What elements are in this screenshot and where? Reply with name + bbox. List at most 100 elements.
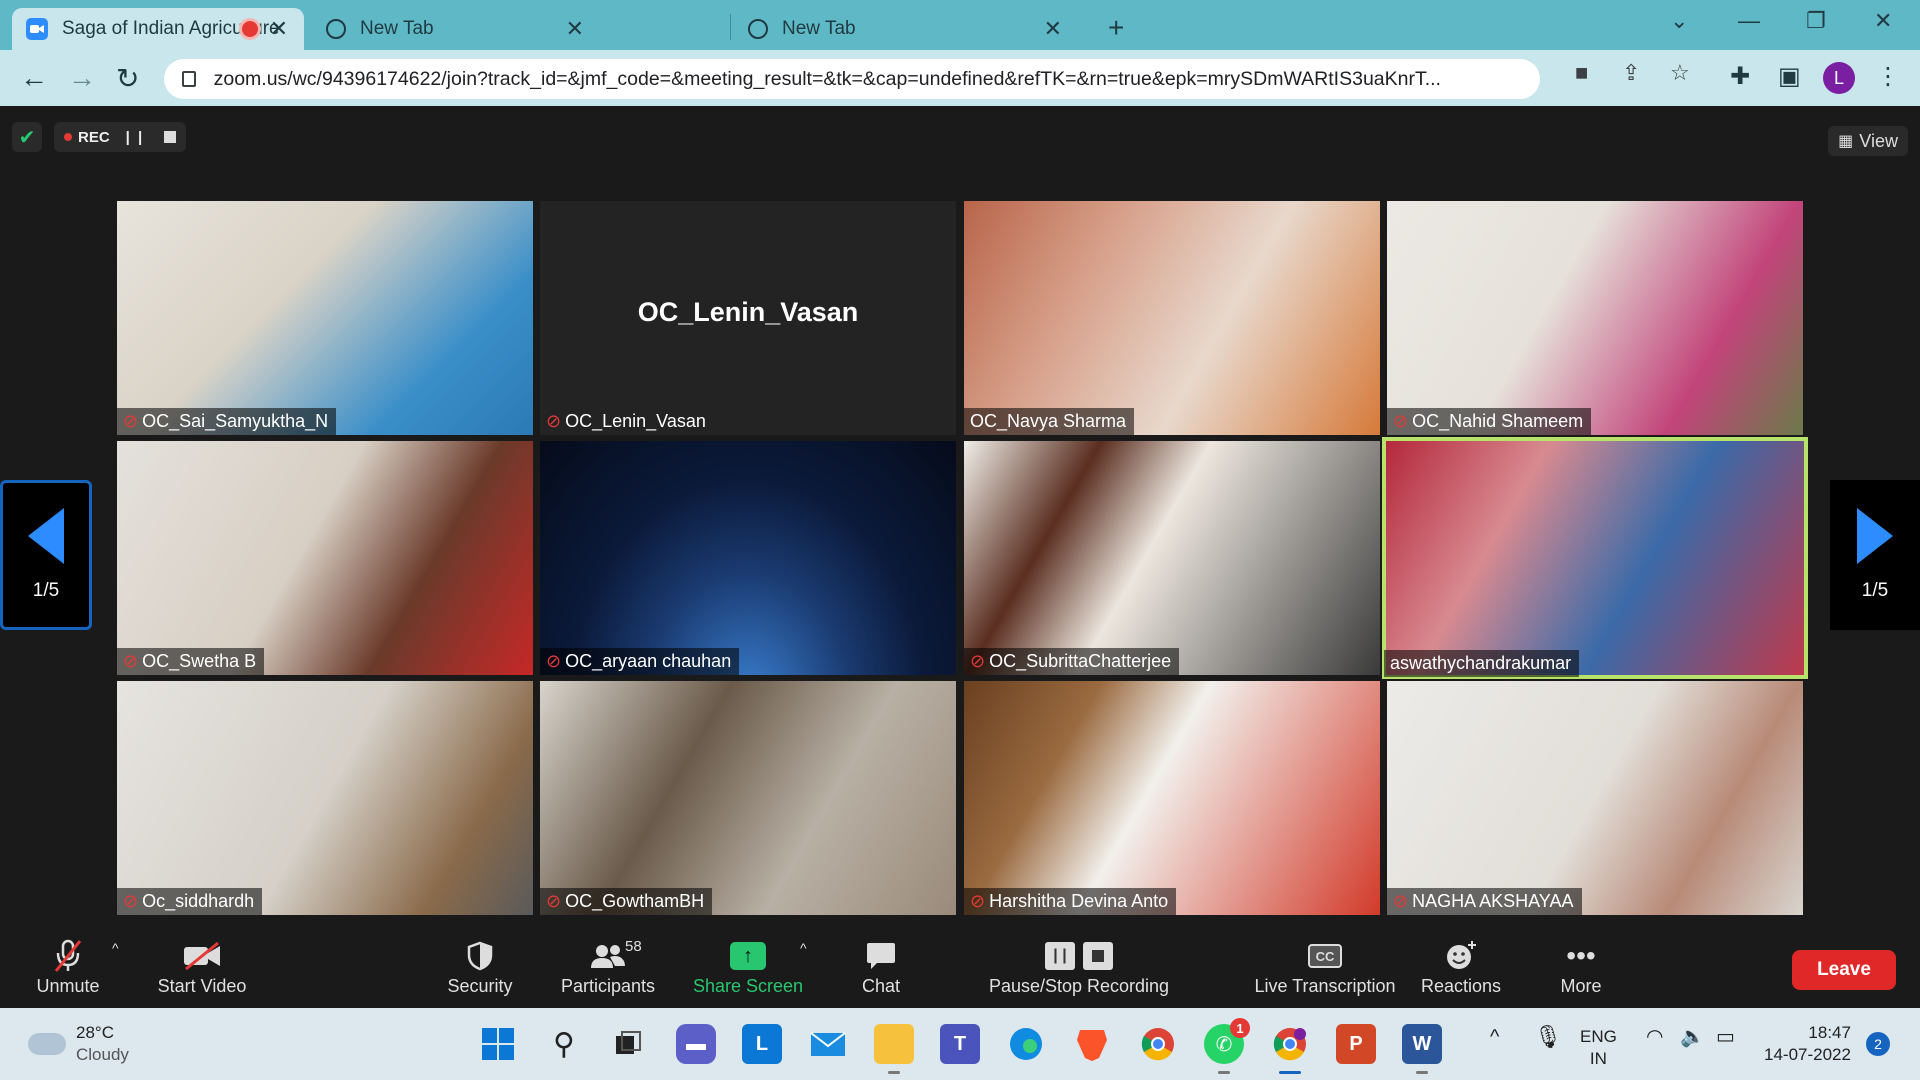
video-tile[interactable]: ⊘ NAGHA AKSHAYAA bbox=[1387, 681, 1803, 915]
notification-count-badge[interactable]: 2 bbox=[1866, 1032, 1890, 1056]
file-explorer-icon[interactable] bbox=[874, 1024, 914, 1074]
wifi-icon[interactable]: ◠ bbox=[1646, 1026, 1663, 1048]
video-off-icon bbox=[182, 936, 222, 976]
video-tile[interactable]: ⊘ OC_Sai_Samyuktha_N bbox=[117, 201, 533, 435]
reload-button[interactable]: ↻ bbox=[116, 62, 139, 95]
previous-page-button[interactable]: 1/5 bbox=[0, 480, 92, 630]
mic-muted-icon: ⊘ bbox=[970, 891, 986, 911]
video-tile[interactable]: ⊘ OC_Swetha B bbox=[117, 441, 533, 675]
video-tile[interactable]: ⊘ Oc_siddhardh bbox=[117, 681, 533, 915]
bookmark-star-icon[interactable]: ☆ bbox=[1670, 60, 1690, 86]
security-label: Security bbox=[447, 976, 513, 996]
whatsapp-icon[interactable]: ✆ 1 bbox=[1204, 1018, 1250, 1074]
input-language[interactable]: ENG IN bbox=[1580, 1026, 1617, 1070]
pause-recording-icon[interactable]: | | bbox=[126, 129, 145, 146]
video-tile[interactable]: OC_Lenin_Vasan ⊘ OC_Lenin_Vasan bbox=[540, 201, 956, 435]
mail-icon[interactable] bbox=[808, 1024, 848, 1064]
edge-browser-icon[interactable] bbox=[1006, 1024, 1046, 1064]
chrome-icon[interactable] bbox=[1138, 1024, 1178, 1064]
close-tab-icon[interactable]: ✕ bbox=[270, 16, 288, 42]
participant-name: NAGHA AKSHAYAA bbox=[1412, 891, 1574, 911]
show-hidden-icons-chevron-icon[interactable]: ^ bbox=[1490, 1026, 1499, 1048]
battery-icon[interactable]: ▭ bbox=[1716, 1026, 1735, 1048]
start-button[interactable] bbox=[478, 1024, 518, 1064]
mic-muted-icon: ⊘ bbox=[1393, 411, 1409, 431]
launcher-l-icon[interactable]: L bbox=[742, 1024, 782, 1064]
live-transcription-label: Live Transcription bbox=[1254, 976, 1396, 996]
arrow-left-icon bbox=[28, 508, 64, 564]
search-icon[interactable]: ⚲ bbox=[544, 1024, 584, 1064]
stop-icon bbox=[1083, 942, 1113, 970]
share-icon[interactable]: ⇪ bbox=[1622, 60, 1640, 86]
leave-button[interactable]: Leave bbox=[1792, 950, 1896, 990]
pause-stop-recording-button[interactable]: | | Pause/Stop Recording bbox=[984, 936, 1174, 997]
video-tile[interactable]: OC_Navya Sharma bbox=[964, 201, 1380, 435]
encryption-shield-icon[interactable]: ✔ bbox=[12, 122, 42, 152]
teams-chat-icon[interactable]: ▬ bbox=[676, 1024, 716, 1064]
weather-widget[interactable]: 28°C Cloudy bbox=[28, 1022, 129, 1066]
video-tile-active-speaker[interactable]: aswathychandrakumar bbox=[1382, 437, 1808, 679]
audio-options-caret-icon[interactable]: ^ bbox=[112, 940, 119, 956]
forward-button[interactable]: → bbox=[68, 62, 96, 94]
pause-icon: | | bbox=[1045, 942, 1075, 970]
new-tab-button[interactable]: + bbox=[1108, 12, 1124, 44]
unmute-button[interactable]: Unmute bbox=[30, 936, 106, 997]
stop-recording-icon[interactable] bbox=[164, 131, 177, 143]
tab-new-tab-1[interactable]: New Tab ✕ bbox=[312, 8, 600, 50]
camera-in-use-icon[interactable]: ■ bbox=[1575, 60, 1588, 86]
view-label: View bbox=[1859, 130, 1898, 151]
rec-dot-icon bbox=[64, 133, 72, 141]
chrome-profile-active-icon[interactable] bbox=[1270, 1024, 1310, 1074]
next-page-button[interactable]: 1/5 bbox=[1830, 480, 1920, 630]
tab-new-tab-2[interactable]: New Tab ✕ bbox=[734, 8, 1074, 50]
participant-name-tag: ⊘ NAGHA AKSHAYAA bbox=[1387, 888, 1582, 915]
word-icon[interactable]: W bbox=[1402, 1024, 1442, 1074]
system-clock[interactable]: 18:47 14-07-2022 bbox=[1764, 1022, 1851, 1066]
recording-label: Pause/Stop Recording bbox=[988, 976, 1170, 996]
mic-muted-icon: ⊘ bbox=[123, 891, 139, 911]
profile-avatar[interactable]: L bbox=[1823, 62, 1855, 94]
globe-icon bbox=[326, 19, 346, 39]
video-tile[interactable]: ⊘ Harshitha Devina Anto bbox=[964, 681, 1380, 915]
video-tile[interactable]: ⊘ OC_GowthamBH bbox=[540, 681, 956, 915]
more-button[interactable]: ••• More bbox=[1558, 936, 1604, 997]
chat-button[interactable]: Chat bbox=[858, 936, 904, 997]
security-button[interactable]: Security bbox=[446, 936, 514, 997]
browser-menu-icon[interactable]: ⋮ bbox=[1876, 62, 1900, 91]
tab-search-chevron-icon[interactable]: ⌄ bbox=[1670, 8, 1688, 34]
start-video-button[interactable]: Start Video bbox=[152, 936, 252, 997]
close-window-button[interactable]: ✕ bbox=[1874, 8, 1892, 34]
reactions-button[interactable]: Reactions bbox=[1418, 936, 1504, 997]
teams-icon[interactable]: T bbox=[940, 1024, 980, 1064]
close-tab-icon[interactable]: ✕ bbox=[566, 16, 584, 42]
participants-button[interactable]: Participants bbox=[556, 936, 660, 997]
restore-button[interactable]: ❐ bbox=[1806, 8, 1826, 34]
browser-toolbar: ← → ↻ zoom.us/wc/94396174622/join?track_… bbox=[0, 50, 1920, 106]
extensions-puzzle-icon[interactable]: ✚ bbox=[1730, 62, 1750, 91]
minimize-button[interactable]: — bbox=[1738, 8, 1760, 34]
view-button[interactable]: ▦ View bbox=[1828, 126, 1908, 156]
microphone-icon[interactable]: 🎙 bbox=[1534, 1026, 1562, 1048]
share-screen-button[interactable]: ↑ Share Screen bbox=[690, 936, 806, 997]
video-tile[interactable]: ⊘ OC_aryaan chauhan bbox=[540, 441, 956, 675]
brave-browser-icon[interactable] bbox=[1072, 1024, 1112, 1064]
participant-name-tag: ⊘ Harshitha Devina Anto bbox=[964, 888, 1177, 915]
live-transcription-button[interactable]: CC Live Transcription bbox=[1232, 936, 1418, 997]
address-bar[interactable]: zoom.us/wc/94396174622/join?track_id=&jm… bbox=[164, 59, 1540, 99]
video-tile[interactable]: ⊘ OC_Nahid Shameem bbox=[1387, 201, 1803, 435]
zoom-favicon-icon bbox=[26, 18, 48, 40]
volume-icon[interactable]: 🔈 bbox=[1680, 1026, 1705, 1048]
tab-zoom-meeting[interactable]: Saga of Indian Agriculture ✕ bbox=[12, 8, 304, 50]
participant-name: OC_Sai_Samyuktha_N bbox=[142, 411, 329, 431]
task-view-icon[interactable] bbox=[608, 1024, 648, 1064]
powerpoint-icon[interactable]: P bbox=[1336, 1024, 1376, 1064]
share-options-caret-icon[interactable]: ^ bbox=[800, 940, 807, 956]
participant-center-name: OC_Lenin_Vasan bbox=[637, 297, 859, 327]
close-tab-icon[interactable]: ✕ bbox=[1044, 16, 1062, 42]
video-tile[interactable]: ⊘ OC_SubrittaChatterjee bbox=[964, 441, 1380, 675]
temperature: 28°C bbox=[76, 1023, 114, 1042]
grid-view-icon: ▦ bbox=[1838, 133, 1854, 150]
share-screen-label: Share Screen bbox=[692, 976, 804, 996]
back-button[interactable]: ← bbox=[20, 62, 48, 94]
side-panel-icon[interactable]: ▣ bbox=[1778, 62, 1801, 91]
